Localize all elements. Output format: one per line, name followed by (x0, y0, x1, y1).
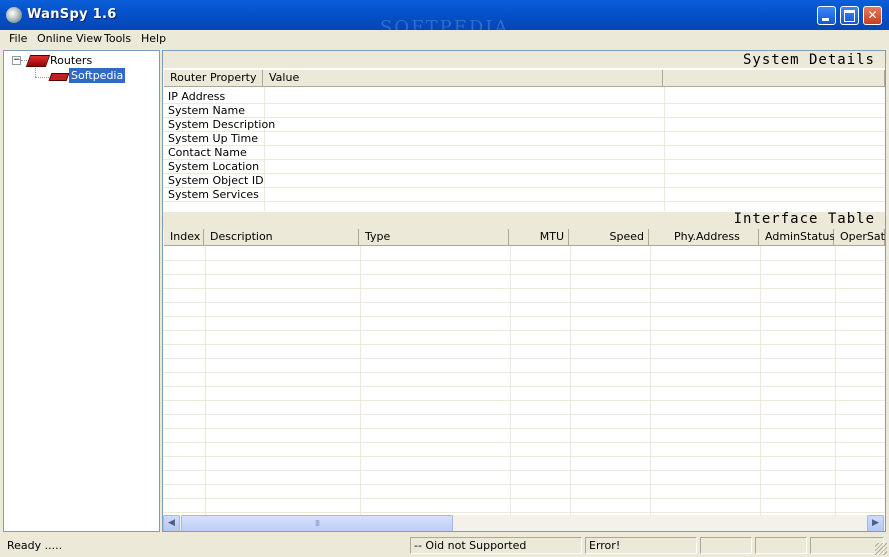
grid-line (163, 330, 885, 331)
status-panel-empty (700, 537, 752, 554)
column-mtu[interactable]: MTU (509, 229, 569, 246)
column-type[interactable]: Type (359, 229, 509, 246)
grid-line (163, 260, 885, 261)
menu-help[interactable]: Help (141, 32, 166, 45)
property-system-name[interactable]: System Name (168, 104, 245, 117)
grid-line (163, 428, 885, 429)
grid-line (163, 442, 885, 443)
property-ip-address[interactable]: IP Address (168, 90, 225, 103)
maximize-button[interactable] (840, 6, 859, 25)
grid-line (510, 246, 511, 515)
minimize-button[interactable] (817, 6, 836, 25)
column-filler (663, 70, 885, 87)
grid-line (163, 456, 885, 457)
grid-line (835, 246, 836, 515)
grid-line (163, 470, 885, 471)
property-system-location[interactable]: System Location (168, 160, 259, 173)
property-system-up-time[interactable]: System Up Time (168, 132, 258, 145)
details-pane: System Details Router Property Value IP … (162, 50, 886, 532)
grid-line (163, 498, 885, 499)
scroll-right-icon[interactable]: ▶ (867, 515, 884, 531)
routers-folder-icon (25, 55, 51, 67)
grid-line (163, 484, 885, 485)
resize-grip-icon[interactable] (875, 543, 887, 555)
scroll-thumb[interactable]: III (181, 515, 453, 531)
column-value[interactable]: Value (263, 70, 663, 87)
grid-line (163, 288, 885, 289)
grid-line (163, 274, 885, 275)
grid-line (163, 302, 885, 303)
grid-line (163, 512, 885, 513)
grid-line (570, 246, 571, 515)
grid-line (163, 131, 885, 132)
grid-line (664, 87, 665, 211)
horizontal-scrollbar[interactable]: ◀ III ▶ (163, 515, 885, 531)
interface-table-title: Interface Table (733, 211, 875, 227)
tree-item-routers[interactable]: Routers (50, 54, 92, 67)
app-window: WanSpy 1.6 SOFTPEDIA ✕ File Online View … (0, 0, 889, 557)
minimize-icon (822, 18, 829, 21)
column-description[interactable]: Description (204, 229, 359, 246)
status-oid: -- Oid not Supported (410, 537, 582, 554)
status-bar: Ready ..... -- Oid not Supported Error! (0, 535, 889, 557)
grid-line (163, 187, 885, 188)
menu-online-view[interactable]: Online View (37, 32, 102, 45)
column-phy-address[interactable]: Phy.Address (649, 229, 759, 246)
grid-line (163, 117, 885, 118)
grid-line (163, 386, 885, 387)
collapse-icon[interactable]: − (12, 56, 21, 65)
property-system-services[interactable]: System Services (168, 188, 259, 201)
close-icon: ✕ (867, 8, 878, 22)
grid-line (360, 246, 361, 515)
grid-line (163, 414, 885, 415)
grid-line (205, 246, 206, 515)
grid-line (163, 159, 885, 160)
column-router-property[interactable]: Router Property (164, 70, 263, 87)
grid-line (163, 400, 885, 401)
app-icon (6, 7, 22, 23)
column-index[interactable]: Index (164, 229, 204, 246)
close-button[interactable]: ✕ (863, 6, 882, 25)
property-contact-name[interactable]: Contact Name (168, 146, 247, 159)
status-panel-empty (810, 537, 884, 554)
tree-item-softpedia[interactable]: Softpedia (69, 68, 126, 83)
maximize-icon (844, 10, 855, 22)
tree-connector (35, 68, 36, 77)
column-oper-status[interactable]: OperSat (834, 229, 885, 246)
grid-line (163, 173, 885, 174)
system-details-title: System Details (742, 52, 875, 68)
tree-connector (35, 77, 49, 78)
menu-file[interactable]: File (9, 32, 27, 45)
window-title: WanSpy 1.6 (27, 7, 117, 22)
grid-line (163, 372, 885, 373)
grid-line (264, 87, 265, 211)
menu-bar: File Online View Tools Help (3, 30, 886, 48)
grid-line (760, 246, 761, 515)
menu-tools[interactable]: Tools (104, 32, 131, 45)
grid-line (163, 201, 885, 202)
column-speed[interactable]: Speed (569, 229, 649, 246)
status-panel-empty (755, 537, 807, 554)
scroll-left-icon[interactable]: ◀ (163, 515, 180, 531)
title-bar[interactable]: WanSpy 1.6 SOFTPEDIA ✕ (0, 0, 889, 38)
grid-line (163, 316, 885, 317)
grid-line (163, 358, 885, 359)
status-ready: Ready ..... (7, 539, 63, 552)
grid-line (163, 145, 885, 146)
status-error: Error! (585, 537, 697, 554)
grid-line (163, 103, 885, 104)
grid-line (163, 344, 885, 345)
property-system-description[interactable]: System Description (168, 118, 275, 131)
grid-line (650, 246, 651, 515)
property-system-object-id[interactable]: System Object ID (168, 174, 264, 187)
router-tree: − Routers Softpedia (3, 50, 160, 532)
router-icon (48, 73, 70, 81)
column-admin-status[interactable]: AdminStatus (759, 229, 835, 246)
